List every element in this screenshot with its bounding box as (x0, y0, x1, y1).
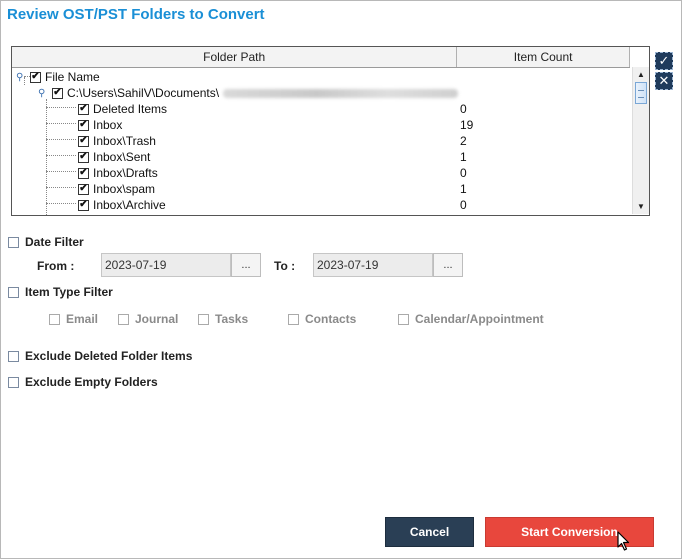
folder-name: Inbox\Sent (93, 150, 151, 164)
item-count: 19 (460, 118, 474, 132)
folder-name: Inbox (93, 118, 123, 132)
exclude-empty-option[interactable]: Exclude Empty Folders (8, 375, 158, 389)
scroll-thumb[interactable] (635, 82, 647, 104)
table-row[interactable]: ✔ Inbox\Sent (78, 149, 150, 165)
folder-checkbox[interactable]: ✔ (78, 119, 89, 131)
folder-name: Inbox\Archive (93, 198, 166, 212)
type-tasks-option[interactable]: Tasks (198, 312, 248, 326)
type-email-checkbox[interactable] (49, 313, 60, 325)
redacted-path (223, 88, 459, 98)
item-count: 2 (460, 134, 467, 148)
tree-path-row[interactable]: ⚲ ✔ C:\Users\SahilV\Documents\ (38, 85, 459, 101)
item-count: 0 (460, 102, 467, 116)
column-header-item-count[interactable]: Item Count (457, 47, 630, 67)
folder-checkbox[interactable]: ✔ (78, 183, 89, 195)
date-filter-label: Date Filter (25, 235, 84, 249)
to-date-field[interactable]: 2023-07-19 (313, 253, 433, 277)
table-row[interactable]: ✔ Inbox\Drafts (78, 165, 158, 181)
tree-root-row[interactable]: ⚲ ✔ File Name (16, 69, 100, 85)
scroll-down-icon[interactable]: ▼ (633, 199, 649, 213)
table-header: Folder Path Item Count (12, 47, 630, 68)
scroll-up-icon[interactable]: ▲ (633, 67, 649, 81)
item-count: 1 (460, 150, 467, 164)
type-calendar-checkbox[interactable] (398, 313, 409, 325)
check-all-icon[interactable]: ✓ (655, 52, 673, 70)
type-email-option[interactable]: Email (49, 312, 98, 326)
tree-line (46, 203, 76, 204)
table-row[interactable]: ✔ Inbox\Archive (78, 197, 166, 213)
folder-name: Inbox\Drafts (93, 166, 158, 180)
folder-tree-table: Folder Path Item Count ⚲ ✔ File Name ⚲ ✔… (11, 46, 650, 216)
exclude-deleted-label: Exclude Deleted Folder Items (25, 349, 193, 363)
item-type-filter-checkbox[interactable] (8, 286, 19, 298)
type-calendar-label: Calendar/Appointment (415, 312, 544, 326)
from-label: From : (37, 259, 75, 273)
folder-checkbox[interactable]: ✔ (78, 167, 89, 179)
root-checkbox[interactable]: ✔ (30, 71, 41, 83)
folder-checkbox[interactable]: ✔ (78, 151, 89, 163)
root-label: File Name (45, 70, 100, 84)
exclude-empty-label: Exclude Empty Folders (25, 375, 158, 389)
folder-checkbox[interactable]: ✔ (78, 199, 89, 211)
tree-line (46, 155, 76, 156)
tree-line (46, 107, 76, 108)
tree-expand-icon[interactable]: ⚲ (16, 72, 26, 83)
tree-line (46, 99, 47, 215)
to-date-picker-button[interactable]: ... (433, 253, 463, 277)
type-tasks-checkbox[interactable] (198, 313, 209, 325)
folder-checkbox[interactable]: ✔ (78, 103, 89, 115)
vertical-scrollbar[interactable]: ▲ ▼ (632, 67, 649, 214)
table-row[interactable]: ✔ Inbox\Trash (78, 133, 156, 149)
item-type-filter-label: Item Type Filter (25, 285, 113, 299)
mouse-cursor-icon (617, 531, 630, 551)
dialog-title: Review OST/PST Folders to Convert (7, 6, 265, 23)
tree-expand-icon[interactable]: ⚲ (38, 88, 48, 99)
type-calendar-option[interactable]: Calendar/Appointment (398, 312, 544, 326)
folder-rows: ⚲ ✔ File Name ⚲ ✔ C:\Users\SahilV\Docume… (12, 69, 630, 215)
path-label: C:\Users\SahilV\Documents\ (67, 86, 220, 100)
exclude-empty-checkbox[interactable] (8, 376, 19, 388)
folder-name: Inbox\spam (93, 182, 156, 196)
item-type-filter-option[interactable]: Item Type Filter (8, 285, 113, 299)
folder-name: Deleted Items (93, 102, 168, 116)
type-contacts-checkbox[interactable] (288, 313, 299, 325)
date-filter-option[interactable]: Date Filter (8, 235, 84, 249)
cancel-button[interactable]: Cancel (385, 517, 474, 547)
type-contacts-label: Contacts (305, 312, 357, 326)
column-header-folder-path[interactable]: Folder Path (12, 47, 458, 67)
date-filter-checkbox[interactable] (8, 236, 19, 248)
exclude-deleted-checkbox[interactable] (8, 350, 19, 362)
to-label: To : (274, 259, 296, 273)
path-checkbox[interactable]: ✔ (52, 87, 63, 99)
from-date-field[interactable]: 2023-07-19 (101, 253, 231, 277)
from-date-picker-button[interactable]: ... (231, 253, 261, 277)
item-count: 1 (460, 182, 467, 196)
tree-line (46, 187, 76, 188)
item-count: 0 (460, 198, 467, 212)
uncheck-all-icon[interactable]: ✕ (655, 72, 673, 90)
type-email-label: Email (66, 312, 99, 326)
type-contacts-option[interactable]: Contacts (288, 312, 356, 326)
tree-line (46, 139, 76, 140)
type-journal-label: Journal (135, 312, 179, 326)
type-journal-checkbox[interactable] (118, 313, 129, 325)
item-count: 0 (460, 166, 467, 180)
tree-line (46, 171, 76, 172)
type-journal-option[interactable]: Journal (118, 312, 178, 326)
exclude-deleted-option[interactable]: Exclude Deleted Folder Items (8, 349, 192, 363)
folder-name: Inbox\Trash (93, 134, 156, 148)
table-row[interactable]: ✔ Deleted Items (78, 101, 167, 117)
type-tasks-label: Tasks (215, 312, 249, 326)
folder-checkbox[interactable]: ✔ (78, 135, 89, 147)
tree-line (46, 123, 76, 124)
table-row[interactable]: ✔ Inbox\spam (78, 181, 155, 197)
table-row[interactable]: ✔ Inbox (78, 117, 122, 133)
